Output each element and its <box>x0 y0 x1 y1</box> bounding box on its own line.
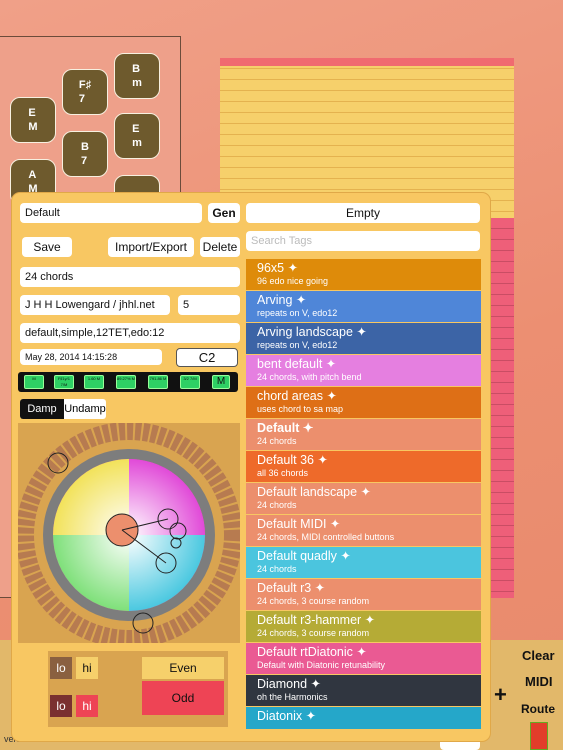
chord-key-e-minor[interactable]: E m <box>114 113 160 159</box>
preset-list-item[interactable]: Default ✦ 24 chords <box>246 419 481 450</box>
preset-description: uses chord to sa map <box>257 404 344 414</box>
preset-name: bent default ✦ <box>257 357 337 371</box>
tuning-button-5[interactable]: 791.86 M <box>148 375 168 389</box>
preset-description: 24 chords, MIDI controlled buttons <box>257 532 395 542</box>
clear-button[interactable]: Clear <box>522 648 555 663</box>
preset-name: Arving ✦ <box>257 293 307 307</box>
preset-list-item[interactable]: chord areas ✦ uses chord to sa map <box>246 387 481 418</box>
lo-button-1[interactable]: lo <box>50 657 72 679</box>
chord-key-e-major[interactable]: E M <box>10 97 56 143</box>
preset-name: Default 36 ✦ <box>257 453 328 467</box>
preset-name: Arving landscape ✦ <box>257 325 367 339</box>
preset-description: 24 chords <box>257 436 297 446</box>
chord-key-f-sharp-7[interactable]: F♯ 7 <box>62 69 108 115</box>
preset-name: Default r3 ✦ <box>257 581 326 595</box>
base-note-button[interactable]: C2 <box>176 348 238 367</box>
preset-list-item[interactable]: Default rtDiatonic ✦ Default with Diatoni… <box>246 643 481 674</box>
preset-list-item[interactable]: Default quadly ✦ 24 chords <box>246 547 481 578</box>
preset-description: oh the Harmonics <box>257 692 328 702</box>
preset-name: Default landscape ✦ <box>257 485 372 499</box>
preset-name: Diamond ✦ <box>257 677 321 691</box>
preset-description: repeats on V, edo12 <box>257 340 338 350</box>
preset-description: Default with Diatonic retunability <box>257 660 386 670</box>
route-button[interactable]: Route <box>521 702 555 716</box>
preset-name-field[interactable]: Default <box>20 203 202 223</box>
damp-button[interactable]: Damp <box>20 399 64 419</box>
delete-button[interactable]: Delete <box>200 237 240 257</box>
tuning-button-1[interactable]: M <box>24 375 44 389</box>
tuning-button-4[interactable]: 89.27% M <box>116 375 136 389</box>
save-button[interactable]: Save <box>22 237 72 257</box>
preset-description: 24 chords <box>257 500 297 510</box>
damp-toggle: Damp Undamp <box>20 399 106 419</box>
tuning-button-2[interactable]: F♯1y/1 7/M <box>54 375 74 389</box>
preset-name: Default r3-hammer ✦ <box>257 613 376 627</box>
empty-button[interactable]: Empty <box>246 203 480 223</box>
author-field[interactable]: J H H Lowengard / jhhl.net <box>20 295 170 315</box>
preset-name: Default quadly ✦ <box>257 549 351 563</box>
preset-list-item[interactable]: Diatonix ✦ <box>246 707 481 729</box>
tuning-button-3[interactable]: 1.60 M <box>84 375 104 389</box>
preset-list-item[interactable]: Default r3-hammer ✦ 24 chords, 3 course r… <box>246 611 481 642</box>
preset-name: Default ✦ <box>257 421 314 435</box>
hi-button-2[interactable]: hi <box>76 695 98 717</box>
preset-name: Default MIDI ✦ <box>257 517 341 531</box>
hi-button-1[interactable]: hi <box>76 657 98 679</box>
preset-description: all 36 chords <box>257 468 309 478</box>
preset-description: 24 chords, 3 course random <box>257 596 370 606</box>
undamp-button[interactable]: Undamp <box>64 399 106 419</box>
number-field[interactable]: 5 <box>178 295 240 315</box>
preset-list: 96x5 ✦ 96 edo nice going Arving ✦ repeats o… <box>246 259 481 729</box>
preset-name: Default rtDiatonic ✦ <box>257 645 367 659</box>
m-button[interactable]: M <box>212 375 230 389</box>
preset-list-item[interactable]: bent default ✦ 24 chords, with pitch bend <box>246 355 481 386</box>
route-indicator-icon[interactable] <box>530 722 548 750</box>
preset-list-item[interactable]: Default r3 ✦ 24 chords, 3 course random <box>246 579 481 610</box>
tags-field[interactable]: default,simple,12TET,edo:12 <box>20 323 240 343</box>
color-wheel-graphic <box>16 422 242 648</box>
color-pair-area: lo hi lo hi Even Odd <box>48 651 228 727</box>
chord-count-field[interactable]: 24 chords <box>20 267 240 287</box>
preset-list-item[interactable]: Default MIDI ✦ 24 chords, MIDI controlled… <box>246 515 481 546</box>
preset-list-item[interactable]: Default landscape ✦ 24 chords <box>246 483 481 514</box>
search-tags-input[interactable]: Search Tags <box>246 231 480 251</box>
preset-list-item[interactable]: 96x5 ✦ 96 edo nice going <box>246 259 481 290</box>
preset-list-item[interactable]: Diamond ✦ oh the Harmonics <box>246 675 481 706</box>
preset-description: 96 edo nice going <box>257 276 329 286</box>
midi-button[interactable]: MIDI <box>525 674 552 689</box>
date-field[interactable]: May 28, 2014 14:15:28 <box>20 349 162 365</box>
preset-list-item[interactable]: Default 36 ✦ all 36 chords <box>246 451 481 482</box>
tuning-strip: M F♯1y/1 7/M 1.60 M 89.27% M 791.86 M 3/… <box>18 372 238 392</box>
generate-button[interactable]: Gen <box>208 203 240 223</box>
preset-description: 24 chords, with pitch bend <box>257 372 362 382</box>
preset-description: repeats on V, edo12 <box>257 308 338 318</box>
preset-description: 24 chords <box>257 564 297 574</box>
chord-key-b-minor[interactable]: B m <box>114 53 160 99</box>
notebook-paper-margin <box>488 218 514 598</box>
tuning-button-6[interactable]: 3/2 7/M <box>180 375 200 389</box>
preset-name: chord areas ✦ <box>257 389 337 403</box>
preset-list-item[interactable]: Arving ✦ repeats on V, edo12 <box>246 291 481 322</box>
chord-key-b-7[interactable]: B 7 <box>62 131 108 177</box>
even-button[interactable]: Even <box>142 657 224 679</box>
add-button[interactable]: + <box>494 682 507 708</box>
lo-button-2[interactable]: lo <box>50 695 72 717</box>
odd-button[interactable]: Odd <box>142 681 224 715</box>
preset-description: 24 chords, 3 course random <box>257 628 370 638</box>
preset-name: Diatonix ✦ <box>257 709 317 723</box>
preset-panel: Default Gen Empty Save Import/Export Del… <box>12 193 490 741</box>
color-wheel-area[interactable] <box>16 422 242 648</box>
preset-list-item[interactable]: Arving landscape ✦ repeats on V, edo12 <box>246 323 481 354</box>
preset-name: 96x5 ✦ <box>257 261 299 275</box>
import-export-button[interactable]: Import/Export <box>108 237 194 257</box>
